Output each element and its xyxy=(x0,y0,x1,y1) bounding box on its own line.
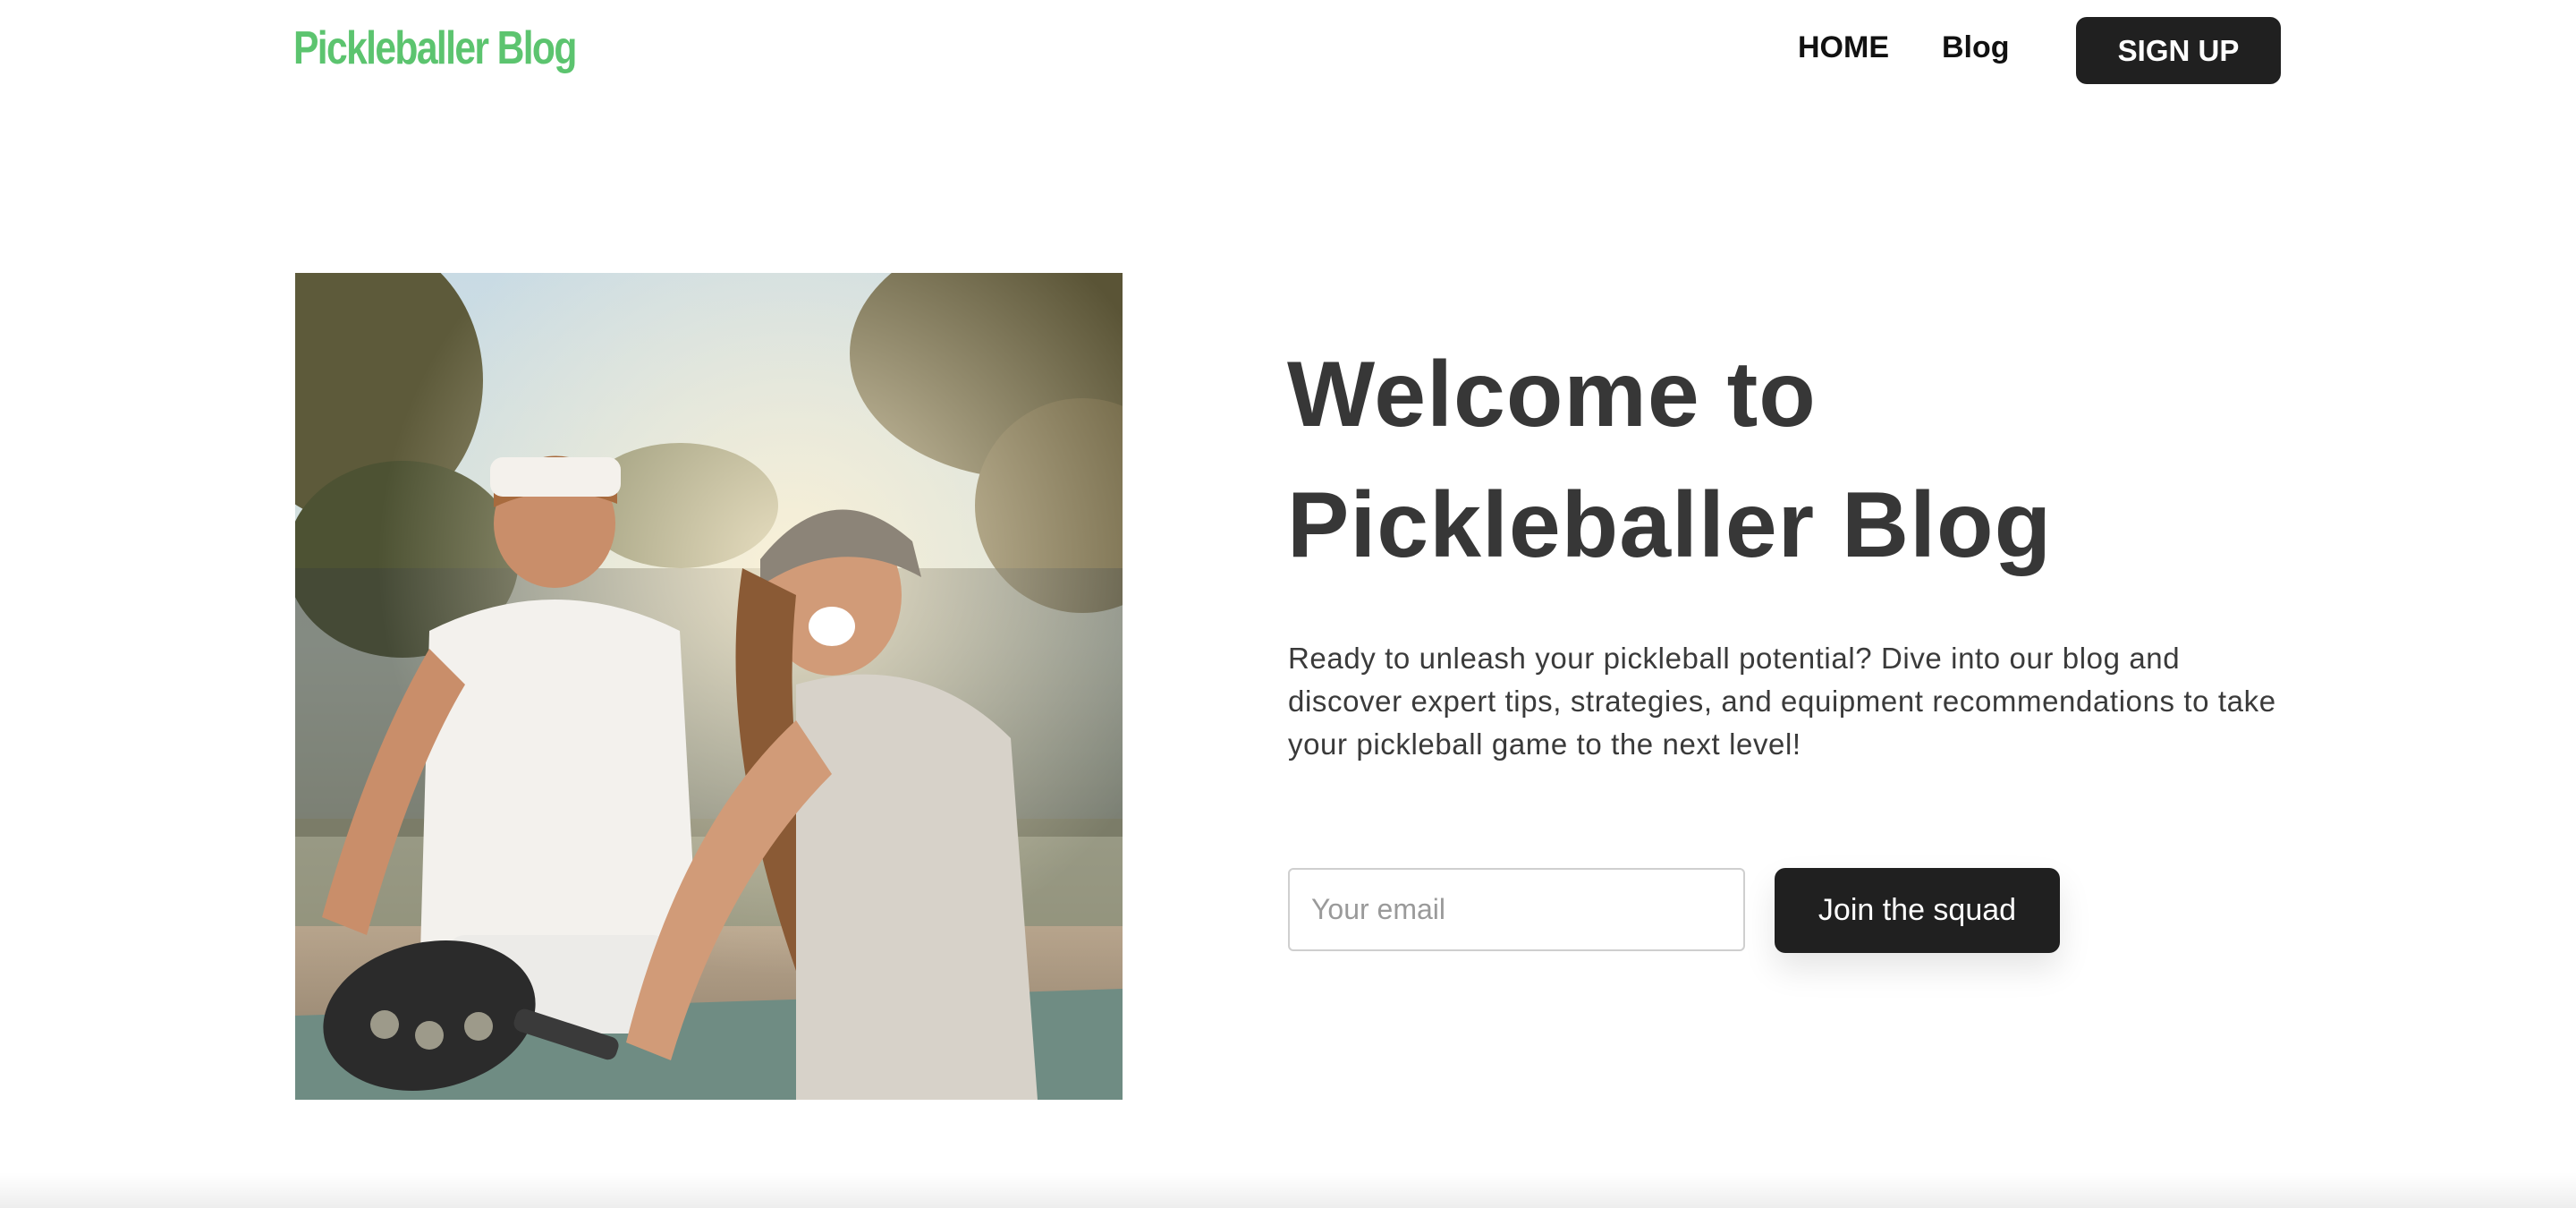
section-divider-shadow xyxy=(0,1172,2576,1208)
hero-title-line-1: Welcome to xyxy=(1287,343,1817,447)
sign-up-button[interactable]: SIGN UP xyxy=(2076,17,2281,84)
join-squad-button[interactable]: Join the squad xyxy=(1775,868,2060,953)
nav-home-link[interactable]: HOME xyxy=(1798,30,1889,65)
site-logo[interactable]: Pickleballer Blog xyxy=(293,21,577,75)
landing-page: Pickleballer Blog HOME Blog SIGN UP Welc… xyxy=(0,0,2576,1208)
email-input[interactable] xyxy=(1288,868,1745,951)
hero-description: Ready to unleash your pickleball potenti… xyxy=(1288,642,2276,761)
pickleball-players-photo xyxy=(295,273,1123,1100)
site-header: Pickleballer Blog HOME Blog SIGN UP xyxy=(0,0,2576,100)
nav-blog-link[interactable]: Blog xyxy=(1942,30,2010,65)
hero-image xyxy=(295,273,1123,1100)
hero-title-line-2: Pickleballer Blog xyxy=(1287,473,2053,577)
hero-title: Welcome to Pickleballer Blog xyxy=(1287,329,2360,591)
